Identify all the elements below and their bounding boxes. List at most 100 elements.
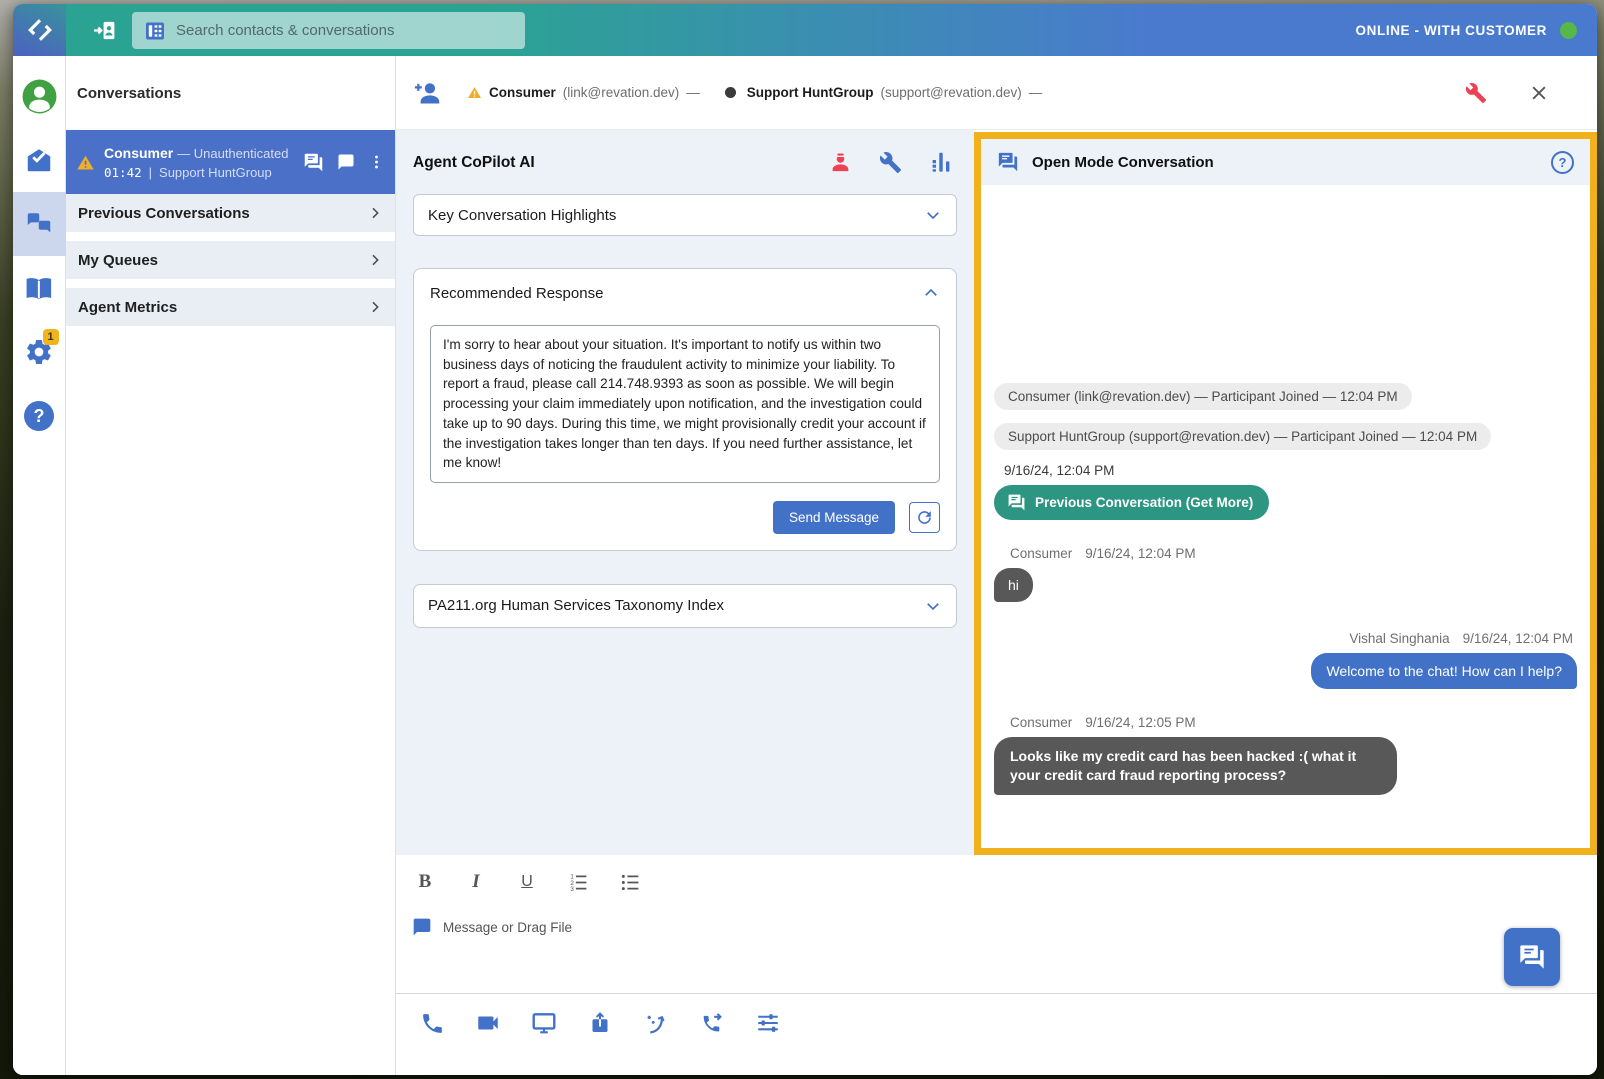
- message-placeholder: Message or Drag File: [443, 920, 572, 935]
- send-message-button[interactable]: Send Message: [773, 501, 895, 534]
- forum-icon: [1007, 493, 1026, 512]
- sidebar-item-inbox[interactable]: [13, 128, 66, 192]
- conversation-item-consumer[interactable]: Consumer — Unauthenticated 01:42 | Suppo…: [66, 130, 395, 194]
- voice-call-button[interactable]: [416, 1007, 448, 1039]
- response-textarea[interactable]: I'm sorry to hear about your situation. …: [430, 325, 940, 483]
- status-green-dot: [1560, 22, 1577, 39]
- italic-button[interactable]: I: [466, 871, 486, 893]
- contact-book-icon: [143, 19, 167, 43]
- diamond-logo-icon: [25, 15, 55, 45]
- participant-status-dot: [725, 87, 736, 98]
- section-agent-metrics[interactable]: Agent Metrics: [66, 288, 395, 326]
- monitor-icon: [531, 1010, 557, 1036]
- search-input[interactable]: [132, 12, 525, 49]
- import-contact-button[interactable]: [91, 16, 119, 44]
- format-toolbar: B I U 123: [396, 855, 1597, 893]
- message-time: 9/16/24, 12:04 PM: [1463, 631, 1573, 646]
- chevron-right-icon: [367, 252, 383, 268]
- taxonomy-accordion[interactable]: PA211.org Human Services Taxonomy Index: [413, 584, 957, 628]
- call-controls-toolbar: [416, 1007, 784, 1039]
- screen-share-button[interactable]: [528, 1007, 560, 1039]
- conversations-panel: Conversations Consumer — Unauthenticated…: [66, 56, 396, 1075]
- message-author: Consumer: [1010, 546, 1072, 561]
- stats-icon[interactable]: [929, 150, 953, 174]
- recommended-response-card: Recommended Response I'm sorry to hear a…: [413, 268, 957, 551]
- close-icon[interactable]: [1529, 83, 1549, 103]
- add-participant-icon[interactable]: [413, 79, 441, 107]
- chevron-down-icon: [924, 206, 942, 224]
- chevron-right-icon: [367, 205, 383, 221]
- chat-icon[interactable]: [337, 153, 355, 171]
- previous-conversation-button[interactable]: Previous Conversation (Get More): [994, 485, 1269, 520]
- regenerate-button[interactable]: [909, 502, 940, 533]
- system-event-pill: Consumer (link@revation.dev) — Participa…: [994, 383, 1412, 410]
- sidebar-item-conversations[interactable]: [13, 192, 66, 256]
- message-bubble: Looks like my credit card has been hacke…: [994, 737, 1397, 795]
- message-bubble: Welcome to the chat! How can I help?: [1311, 653, 1577, 689]
- refresh-icon: [915, 508, 934, 527]
- agent-status-label: ONLINE - WITH CUSTOMER: [1356, 23, 1547, 38]
- more-options-icon[interactable]: [368, 152, 385, 172]
- help-icon: ?: [24, 401, 54, 431]
- forum-icon: [997, 151, 1019, 173]
- top-bar: ONLINE - WITH CUSTOMER: [13, 4, 1597, 56]
- section-my-queues[interactable]: My Queues: [66, 241, 395, 279]
- new-chat-fab[interactable]: [1504, 928, 1560, 986]
- sidebar-item-settings[interactable]: 1: [13, 320, 66, 384]
- agent-status-selector[interactable]: ONLINE - WITH CUSTOMER: [1356, 22, 1577, 39]
- phone-icon: [420, 1011, 445, 1036]
- open-mode-conversation-panel: Open Mode Conversation ? Consumer (link@…: [974, 132, 1597, 855]
- phone-forward-icon: [700, 1011, 725, 1036]
- message-time: 9/16/24, 12:04 PM: [1085, 546, 1195, 561]
- ordered-list-button[interactable]: 123: [568, 872, 589, 893]
- sidebar-item-directory[interactable]: [13, 256, 66, 320]
- message-author: Consumer: [1010, 715, 1072, 730]
- section-previous-conversations[interactable]: Previous Conversations: [66, 194, 395, 232]
- sidebar-item-profile[interactable]: [13, 64, 66, 128]
- underline-button[interactable]: U: [517, 873, 537, 891]
- taxonomy-label: PA211.org Human Services Taxonomy Index: [428, 597, 724, 614]
- call-settings-button[interactable]: [752, 1007, 784, 1039]
- admin-wrench-icon[interactable]: [1465, 82, 1487, 104]
- forum-icon[interactable]: [303, 152, 324, 173]
- conversation-status: — Unauthenticated: [177, 146, 288, 161]
- share-upload-icon: [588, 1011, 612, 1035]
- bullet-list-icon: [620, 872, 641, 893]
- chat-date-label: 9/16/24, 12:04 PM: [1004, 463, 1577, 478]
- chat-message-inbound: Consumer 9/16/24, 12:05 PM Looks like my…: [994, 715, 1577, 795]
- video-call-button[interactable]: [472, 1007, 504, 1039]
- app-window: ONLINE - WITH CUSTOMER: [13, 4, 1597, 1075]
- message-composer: B I U 123: [396, 855, 1597, 1075]
- avatar-icon: [21, 78, 58, 115]
- transfer-call-button[interactable]: [696, 1007, 728, 1039]
- anonymous-person-icon[interactable]: [829, 151, 852, 174]
- chat-message-list: Consumer (link@revation.dev) — Participa…: [981, 185, 1590, 848]
- bullet-list-button[interactable]: [620, 872, 641, 893]
- svg-text:3: 3: [570, 885, 574, 892]
- highlights-label: Key Conversation Highlights: [428, 207, 616, 224]
- participant-1-email: (link@revation.dev): [563, 85, 680, 100]
- smart-escalate-button[interactable]: [640, 1007, 672, 1039]
- magic-arrow-icon: [644, 1011, 669, 1036]
- conversation-timer: 01:42: [104, 165, 142, 180]
- chat-header: Open Mode Conversation ?: [981, 139, 1590, 185]
- sidebar-item-help[interactable]: ?: [13, 384, 66, 448]
- chevron-down-icon: [924, 597, 942, 615]
- ordered-list-icon: 123: [568, 872, 589, 893]
- videocam-icon: [475, 1010, 501, 1036]
- chat-help-button[interactable]: ?: [1551, 151, 1574, 174]
- message-bubble: hi: [994, 568, 1033, 602]
- settings-badge: 1: [43, 329, 59, 345]
- file-share-button[interactable]: [584, 1007, 616, 1039]
- message-time: 9/16/24, 12:05 PM: [1085, 715, 1195, 730]
- conversations-title: Conversations: [66, 56, 395, 130]
- response-accordion-header[interactable]: Recommended Response: [430, 284, 940, 302]
- warning-triangle-icon: [467, 85, 482, 100]
- wrench-icon[interactable]: [879, 151, 902, 174]
- chevron-up-icon: [922, 284, 940, 302]
- highlights-accordion[interactable]: Key Conversation Highlights: [413, 194, 957, 236]
- message-input-area[interactable]: Message or Drag File: [412, 917, 1597, 937]
- bold-button[interactable]: B: [415, 871, 435, 893]
- forum-icon: [1518, 943, 1546, 971]
- sliders-icon: [755, 1010, 781, 1036]
